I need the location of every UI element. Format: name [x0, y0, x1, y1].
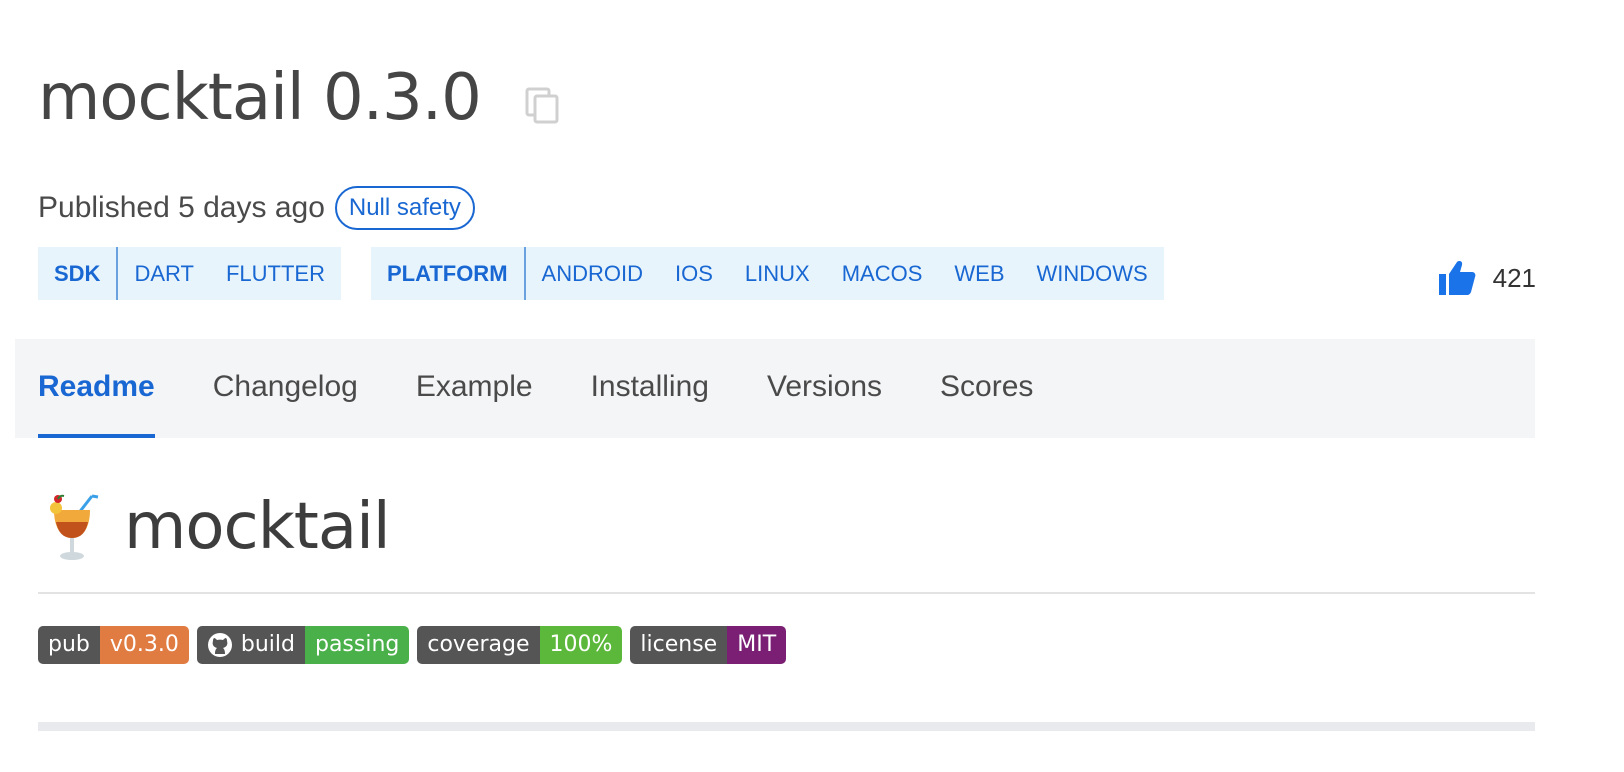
- package-header: mocktail 0.3.0: [38, 66, 563, 130]
- tags-row: SDK DART FLUTTER PLATFORM ANDROID IOS LI…: [38, 247, 1194, 300]
- tab-versions[interactable]: Versions: [767, 339, 882, 438]
- badge-label: license: [630, 626, 728, 664]
- likes-widget: 421: [1437, 258, 1536, 298]
- sdk-tag-header[interactable]: SDK: [38, 247, 119, 300]
- tab-changelog[interactable]: Changelog: [213, 339, 358, 438]
- badge-value: passing: [304, 626, 410, 664]
- tag-web[interactable]: WEB: [938, 247, 1020, 300]
- platform-tag-header[interactable]: PLATFORM: [371, 247, 526, 300]
- tag-ios[interactable]: IOS: [659, 247, 729, 300]
- published-date: Published 5 days ago: [38, 191, 325, 224]
- tab-scores[interactable]: Scores: [940, 339, 1033, 438]
- like-count: 421: [1492, 262, 1536, 293]
- sdk-tag-group: SDK DART FLUTTER: [38, 247, 341, 300]
- cocktail-icon: [50, 494, 99, 560]
- published-info: Published 5 days ago Null safety: [38, 186, 475, 230]
- tag-android[interactable]: ANDROID: [526, 247, 659, 300]
- tag-dart[interactable]: DART: [118, 247, 210, 300]
- bottom-divider: [38, 722, 1535, 731]
- build-status-badge[interactable]: build passing: [196, 626, 410, 664]
- tab-installing[interactable]: Installing: [591, 339, 709, 438]
- readme-title: mocktail: [124, 490, 391, 564]
- badge-label: build: [240, 632, 295, 657]
- tag-flutter[interactable]: FLUTTER: [210, 247, 341, 300]
- thumbs-up-icon[interactable]: [1437, 258, 1477, 298]
- badge-label: coverage: [417, 626, 540, 664]
- readme-heading: mocktail: [44, 490, 391, 564]
- badge-value: 100%: [539, 626, 623, 664]
- platform-tag-group: PLATFORM ANDROID IOS LINUX MACOS WEB WIN…: [370, 247, 1164, 300]
- coverage-badge[interactable]: coverage 100%: [417, 626, 623, 664]
- tag-windows[interactable]: WINDOWS: [1021, 247, 1164, 300]
- badge-label: pub: [38, 626, 100, 664]
- badge-value: MIT: [727, 626, 787, 664]
- license-badge[interactable]: license MIT: [630, 626, 787, 664]
- copy-icon[interactable]: [523, 85, 563, 125]
- badge-label-wrapper: build: [196, 626, 305, 664]
- page-title: mocktail 0.3.0: [38, 61, 482, 135]
- tag-linux[interactable]: LINUX: [729, 247, 826, 300]
- pub-version-badge[interactable]: pub v0.3.0: [38, 626, 189, 664]
- divider: [38, 592, 1535, 594]
- tab-readme[interactable]: Readme: [38, 339, 155, 438]
- badges-row: pub v0.3.0 build passing coverage 100% l…: [38, 626, 794, 664]
- tab-example[interactable]: Example: [416, 339, 533, 438]
- github-icon: [207, 633, 232, 657]
- badge-value: v0.3.0: [99, 626, 189, 664]
- tag-macos[interactable]: MACOS: [826, 247, 939, 300]
- tabs-bar: Readme Changelog Example Installing Vers…: [15, 339, 1535, 438]
- null-safety-badge[interactable]: Null safety: [334, 186, 475, 230]
- tabs: Readme Changelog Example Installing Vers…: [38, 339, 1091, 438]
